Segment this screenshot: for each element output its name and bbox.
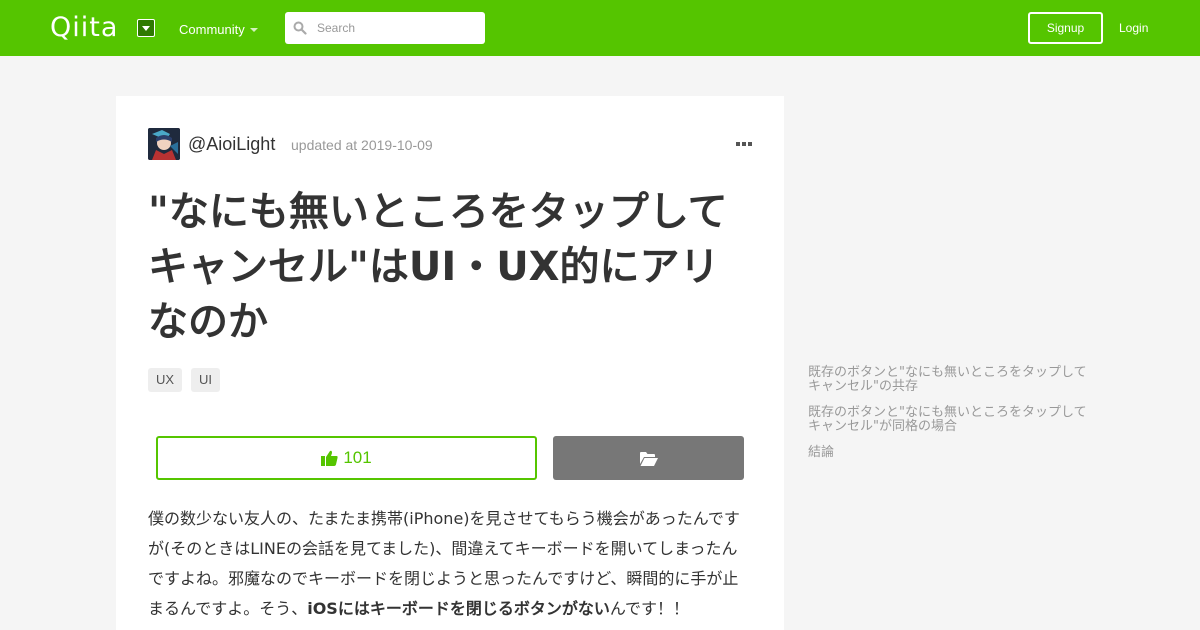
thumbs-up-icon <box>321 450 338 466</box>
body-line-4: まるんですよ。そう、iOSにはキーボードを閉じるボタンがないんです！！ <box>148 594 748 624</box>
toc-item-2[interactable]: 既存のボタンと"なにも無いところをタップしてキャンセル"が同格の場合 <box>808 406 1098 434</box>
tag-ux[interactable]: UX <box>148 368 183 392</box>
stock-button[interactable] <box>553 436 744 480</box>
body-line-3: ですよね。邪魔なのでキーボードを閉じようと思ったんですけど、瞬間的に手が止 <box>148 569 739 588</box>
caret-down-icon[interactable] <box>250 28 258 32</box>
signup-button[interactable]: Signup <box>1028 12 1103 44</box>
table-of-contents: 既存のボタンと"なにも無いところをタップしてキャンセル"の共存 既存のボタンと"… <box>808 366 1098 472</box>
tag-ui[interactable]: UI <box>191 368 220 392</box>
logo-dropdown-button[interactable] <box>137 19 155 37</box>
login-link[interactable]: Login <box>1119 20 1148 36</box>
qiita-logo[interactable]: Qiita <box>50 13 118 43</box>
updated-date: updated at 2019-10-09 <box>291 137 433 153</box>
toc-item-1[interactable]: 既存のボタンと"なにも無いところをタップしてキャンセル"の共存 <box>808 366 1098 394</box>
body-line-4-suffix: んです！！ <box>609 599 690 618</box>
author-name[interactable]: @AioiLight <box>188 133 275 155</box>
like-count: 101 <box>343 448 372 467</box>
search-icon <box>293 21 307 35</box>
like-button[interactable]: 101 <box>156 436 537 480</box>
community-menu[interactable]: Community <box>179 22 245 38</box>
author-avatar[interactable] <box>148 128 180 160</box>
article-body: 僕の数少ない友人の、たまたま携帯(iPhone)を見させてもらう機会があったんで… <box>148 504 748 624</box>
article-title: "なにも無いところをタップしてキャンセル"はUI・UX的にアリなのか <box>148 189 728 345</box>
avatar-image <box>148 128 180 160</box>
body-line-2: が(そのときはLINEの会話を見てました)、間違えてキーボードを開いてしまったん <box>148 539 738 558</box>
body-emphasis: iOSにはキーボードを閉じるボタンがない <box>307 599 610 618</box>
folder-open-icon <box>639 451 658 466</box>
search-input[interactable] <box>285 12 485 44</box>
body-line-1: 僕の数少ない友人の、たまたま携帯(iPhone)を見させてもらう機会があったんで… <box>148 509 740 528</box>
more-options-icon[interactable] <box>736 141 752 147</box>
toc-item-3[interactable]: 結論 <box>808 446 1098 460</box>
body-line-4-prefix: まるんですよ。そう、 <box>148 599 308 618</box>
